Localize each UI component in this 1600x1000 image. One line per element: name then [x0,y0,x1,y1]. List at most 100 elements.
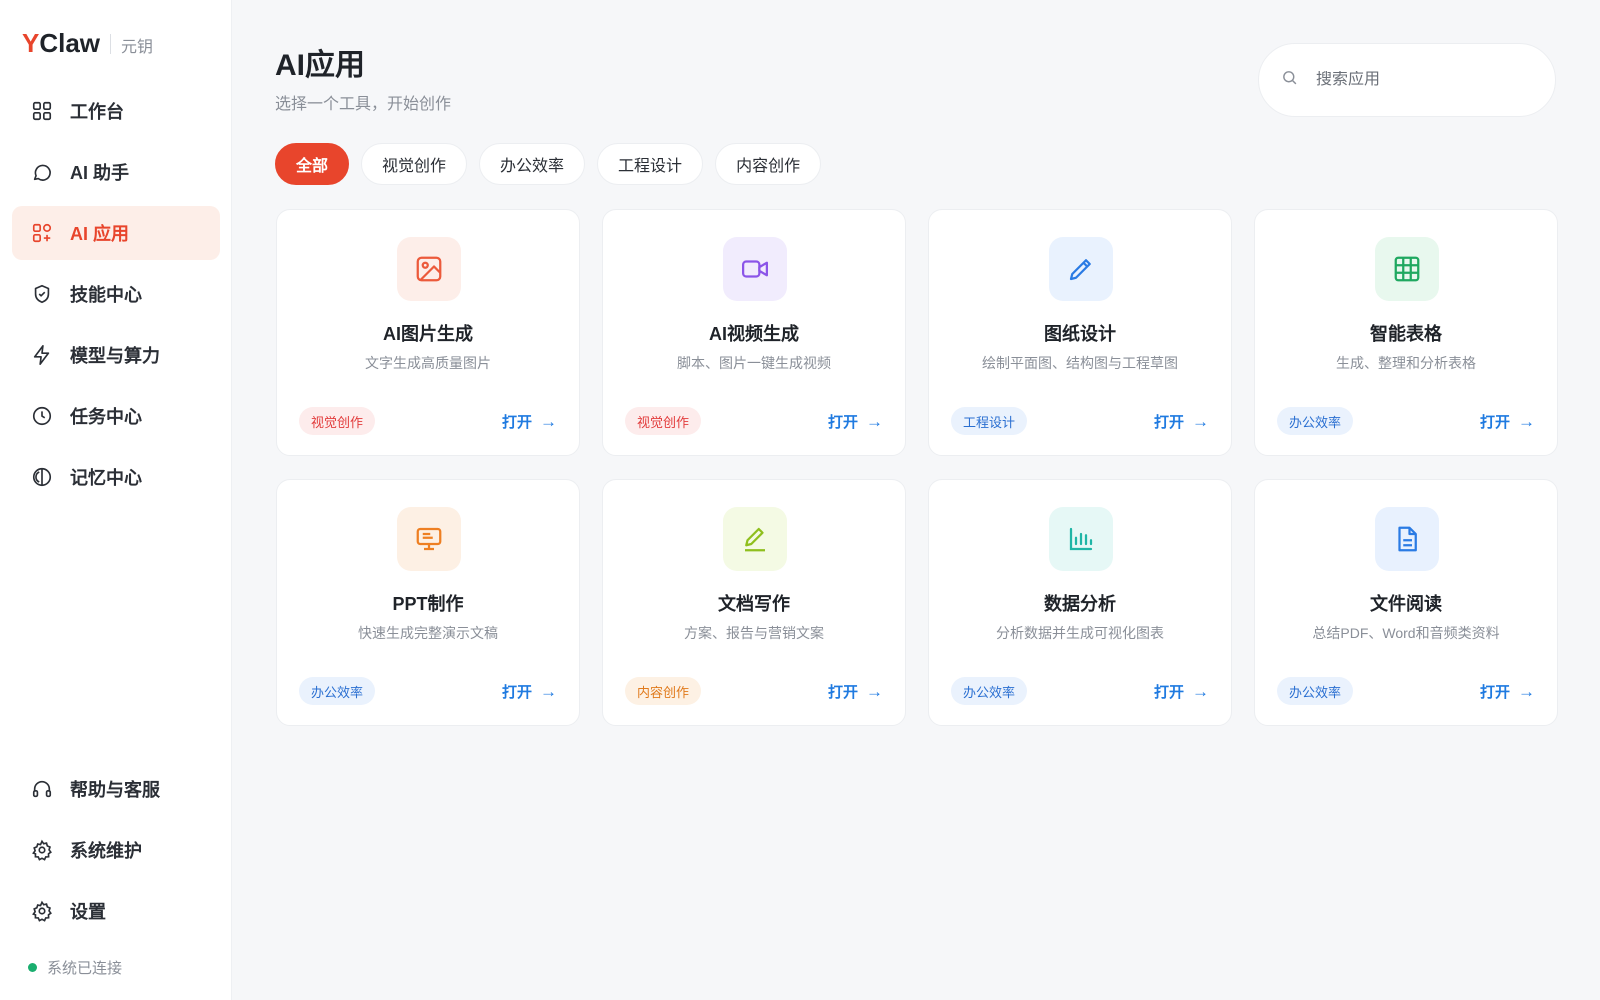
arrow-right-icon: → [866,411,883,431]
chat-bubble-icon [30,160,54,184]
open-label: 打开 [1153,684,1184,701]
app-card-ppt[interactable]: PPT制作 快速生成完整演示文稿 办公效率 打开 → [276,479,580,726]
app-card-image-gen[interactable]: AI图片生成 文字生成高质量图片 视觉创作 打开 → [276,209,580,456]
apps-add-icon [30,221,54,245]
headphones-icon [30,777,54,801]
app-card-tag: 办公效率 [1277,677,1354,705]
connection-status: 系统已连接 [28,957,122,978]
app-card-tag: 内容创作 [625,677,702,705]
app-card-title: 文件阅读 [1370,594,1442,614]
open-label: 打开 [1153,414,1184,431]
sidebar-item-help[interactable]: 帮助与客服 [12,762,220,816]
memory-icon [30,465,54,489]
tab-engineering[interactable]: 工程设计 [597,143,704,185]
search-box[interactable] [1258,43,1556,117]
search-input[interactable] [1316,71,1536,89]
sidebar-item-label: 帮助与客服 [70,780,160,800]
open-button[interactable]: 打开 → [502,681,557,702]
open-button[interactable]: 打开 → [828,411,883,432]
open-label: 打开 [827,414,858,431]
page-subtitle: 选择一个工具，开始创作 [275,96,452,113]
gear-icon [30,838,54,862]
open-button[interactable]: 打开 → [1154,411,1209,432]
app-card-title: 数据分析 [1044,594,1116,614]
app-card-desc: 文字生成高质量图片 [365,355,491,371]
page-title: AI应用 [275,49,365,82]
tab-content[interactable]: 内容创作 [715,143,822,185]
app-grid: AI图片生成 文字生成高质量图片 视觉创作 打开 → AI视频生成 脚本、图片一键… [276,209,1558,726]
arrow-right-icon: → [1518,681,1535,701]
sidebar-item-memory[interactable]: 记忆中心 [12,450,220,504]
tab-visual[interactable]: 视觉创作 [361,143,468,185]
open-label: 打开 [1479,684,1510,701]
arrow-right-icon: → [540,681,557,701]
app-card-tag: 办公效率 [1277,407,1354,435]
sidebar-item-settings[interactable]: 设置 [12,884,220,938]
open-label: 打开 [1479,414,1510,431]
open-button[interactable]: 打开 → [502,411,557,432]
app-card-tag: 办公效率 [299,677,376,705]
app-card-tag: 视觉创作 [299,407,376,435]
app-card-title: 文档写作 [718,594,790,614]
tab-office[interactable]: 办公效率 [479,143,586,185]
gear-icon [30,899,54,923]
status-dot-icon [28,963,37,972]
sidebar-item-label: 任务中心 [70,407,142,427]
video-camera-icon [723,237,787,301]
clock-icon [30,404,54,428]
app-card-title: PPT制作 [392,594,464,614]
open-button[interactable]: 打开 → [1480,681,1535,702]
grid-icon [30,99,54,123]
app-card-data-analysis[interactable]: 数据分析 分析数据并生成可视化图表 办公效率 打开 → [928,479,1232,726]
sidebar-item-label: 系统维护 [70,841,142,861]
arrow-right-icon: → [540,411,557,431]
logo-subtitle: 元钥 [121,39,154,56]
logo-first-letter: Y [22,28,40,58]
sidebar-item-label: AI 助手 [70,163,130,183]
table-icon [1375,237,1439,301]
app-card-drawing-design[interactable]: 图纸设计 绘制平面图、结构图与工程草图 工程设计 打开 → [928,209,1232,456]
app-card-title: AI视频生成 [709,324,799,344]
sidebar-item-skills[interactable]: 技能中心 [12,267,220,321]
arrow-right-icon: → [1518,411,1535,431]
app-card-desc: 总结PDF、Word和音频类资料 [1312,625,1500,641]
app-card-tag: 办公效率 [951,677,1028,705]
pen-line-icon [723,507,787,571]
sidebar-item-models[interactable]: 模型与算力 [12,328,220,382]
document-icon [1375,507,1439,571]
logo-divider [110,33,112,54]
app-card-desc: 绘制平面图、结构图与工程草图 [982,355,1178,371]
open-label: 打开 [827,684,858,701]
app-card-title: AI图片生成 [383,324,473,344]
sidebar-item-workbench[interactable]: 工作台 [12,84,220,138]
app-card-smart-table[interactable]: 智能表格 生成、整理和分析表格 办公效率 打开 → [1254,209,1558,456]
sidebar-item-label: 工作台 [70,102,124,122]
search-icon [1281,69,1298,91]
sidebar-item-label: 技能中心 [70,285,142,305]
sidebar-item-ai-assistant[interactable]: AI 助手 [12,145,220,199]
image-icon [397,237,461,301]
sidebar-item-maintenance[interactable]: 系统维护 [12,823,220,877]
app-card-desc: 快速生成完整演示文稿 [358,625,498,641]
open-button[interactable]: 打开 → [1154,681,1209,702]
app-card-tag: 工程设计 [951,407,1028,435]
app-card-doc-writing[interactable]: 文档写作 方案、报告与营销文案 内容创作 打开 → [602,479,906,726]
arrow-right-icon: → [1192,681,1209,701]
pencil-icon [1049,237,1113,301]
sidebar-item-tasks[interactable]: 任务中心 [12,389,220,443]
shield-check-icon [30,282,54,306]
status-text: 系统已连接 [47,960,123,977]
arrow-right-icon: → [866,681,883,701]
app-card-title: 智能表格 [1370,324,1442,344]
app-card-video-gen[interactable]: AI视频生成 脚本、图片一键生成视频 视觉创作 打开 → [602,209,906,456]
bar-chart-icon [1049,507,1113,571]
tab-all[interactable]: 全部 [275,143,350,185]
sidebar-bottom-nav: 帮助与客服 系统维护 设置 [12,762,220,945]
app-card-file-reading[interactable]: 文件阅读 总结PDF、Word和音频类资料 办公效率 打开 → [1254,479,1558,726]
brand-logo[interactable]: Y Claw 元钥 [22,28,153,59]
open-button[interactable]: 打开 → [1480,411,1535,432]
sidebar-item-label: 模型与算力 [70,346,160,366]
open-label: 打开 [501,684,532,701]
open-button[interactable]: 打开 → [828,681,883,702]
sidebar-item-ai-apps[interactable]: AI 应用 [12,206,220,260]
